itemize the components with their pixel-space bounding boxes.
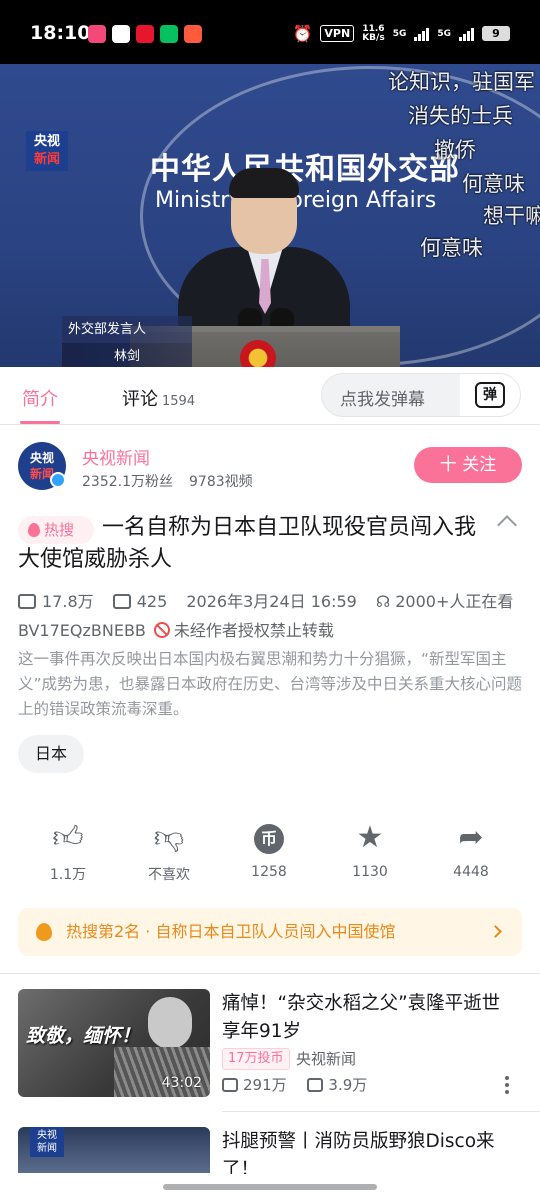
danmaku-input[interactable]: 点我发弹幕 弹 xyxy=(321,373,521,417)
hot-search-banner[interactable]: 热搜第2名 · 自称日本自卫队人员闯入中国使馆 xyxy=(18,908,522,956)
video-duration: 43:02 xyxy=(161,1075,202,1091)
comments-count: 1594 xyxy=(162,394,196,409)
portrait xyxy=(148,997,192,1049)
related-thumbnail[interactable]: 央视 新闻 xyxy=(18,1127,210,1173)
viewers-icon: ☊ xyxy=(375,592,391,611)
danmaku-toggle-button[interactable]: 弹 xyxy=(460,374,520,416)
cctv-news-logo: 央视 新闻 xyxy=(30,1127,64,1157)
collapse-chevron-icon[interactable] xyxy=(497,515,517,535)
thumbs-up-icon: 👍︎ xyxy=(52,820,84,855)
hot-banner-text: 热搜第2名 · 自称日本自卫队人员闯入中国使馆 xyxy=(66,922,396,941)
signal-bars-icon xyxy=(459,27,474,41)
related-author[interactable]: 央视新闻 xyxy=(296,1048,356,1069)
tab-active-indicator xyxy=(20,421,60,424)
tag-chip[interactable]: 日本 xyxy=(18,735,84,773)
play-count-icon xyxy=(222,1078,238,1092)
bvid[interactable]: BV17EQzBNEBB xyxy=(18,621,146,640)
related-thumbnail[interactable]: 致敬，缅怀！ 43:02 xyxy=(18,989,210,1097)
dislike-button[interactable]: 👎︎ 不喜欢 xyxy=(129,818,209,884)
signal-5g-label: 5G xyxy=(392,28,407,39)
caption-name: 林剑 xyxy=(62,343,192,367)
related-stats: 291万 3.9万 xyxy=(222,1074,367,1095)
app-notification-icon xyxy=(88,25,106,43)
chevron-right-icon xyxy=(489,925,502,938)
alarm-icon: ⏰ xyxy=(292,24,313,43)
cctv-news-logo: 央视 新闻 xyxy=(26,131,68,171)
action-bar: 👍︎ 1.1万 👎︎ 不喜欢 币 1258 ★ 1130 ➦ 4448 xyxy=(0,818,540,888)
coin-badge: 17万投币 xyxy=(222,1048,290,1070)
follow-button[interactable]: 十 关注 xyxy=(414,447,522,483)
favorite-count: 1130 xyxy=(352,864,388,880)
status-time: 18:10 xyxy=(30,22,91,44)
dislike-label: 不喜欢 xyxy=(148,867,190,883)
publish-datetime: 2026年3月24日 16:59 xyxy=(186,592,357,611)
signal-5g-label: 5G xyxy=(437,28,451,39)
flame-icon xyxy=(28,523,40,537)
flame-icon xyxy=(36,923,52,941)
danmaku-comment: 想干嘛 xyxy=(483,204,540,228)
speaker-caption: 外交部发言人 林剑 xyxy=(62,316,192,367)
danmaku-placeholder: 点我发弹幕 xyxy=(340,390,425,410)
danmaku-comment: 消失的士兵 xyxy=(408,104,513,128)
status-bar: 18:10 ⏰ VPN 11.6 KB/s 5G 5G 9 xyxy=(0,0,540,64)
coin-button[interactable]: 币 1258 xyxy=(229,818,309,880)
video-description: 这一事件再次反映出日本国内极右翼思潮和势力十分猖獗，“新型军国主义”成势为患，也… xyxy=(18,650,523,718)
share-count: 4448 xyxy=(453,864,489,880)
tab-comments[interactable]: 评论 1594 xyxy=(122,385,195,411)
danmaku-comment: 论知识，驻国军 xyxy=(388,70,535,94)
repost-notice: 未经作者授权禁止转载 xyxy=(173,621,334,640)
related-title[interactable]: 痛悼！“杂交水稻之父”袁隆平逝世 享年91岁 xyxy=(222,990,522,1046)
no-repost-icon xyxy=(153,622,170,638)
app-notification-icon xyxy=(184,25,202,43)
uploader-stats: 2352.1万粉丝 9783视频 xyxy=(82,474,253,490)
danmaku-icon: 弹 xyxy=(475,382,505,408)
home-indicator[interactable] xyxy=(163,1184,377,1190)
speaker-hair xyxy=(229,168,299,198)
hot-search-badge[interactable]: 热搜 xyxy=(18,516,94,544)
thumbs-down-icon: 👎︎ xyxy=(153,820,185,855)
uploader-name[interactable]: 央视新闻 xyxy=(82,444,150,469)
app-notification-icon xyxy=(112,25,130,43)
coin-icon: 币 xyxy=(254,823,284,854)
backdrop-title: 中华人民共和国外交部 xyxy=(150,152,460,187)
favorite-button[interactable]: ★ 1130 xyxy=(330,818,410,880)
coin-count: 1258 xyxy=(251,864,287,880)
share-arrow-icon: ➦ xyxy=(458,820,484,855)
like-count: 1.1万 xyxy=(49,867,87,883)
divider xyxy=(0,973,540,974)
notification-icons xyxy=(88,25,202,43)
divider xyxy=(222,1111,540,1112)
thumbnail-text: 致敬，缅怀！ xyxy=(26,1025,141,1047)
network-speed: 11.6 KB/s xyxy=(362,23,385,43)
play-count-icon xyxy=(18,594,36,609)
tab-intro[interactable]: 简介 xyxy=(22,385,58,411)
wechat-notification-icon xyxy=(160,25,178,43)
caption-role: 外交部发言人 xyxy=(62,316,192,343)
detail-tabs: 简介 评论 1594 点我发弹幕 弹 xyxy=(0,367,540,425)
related-title[interactable]: 抖腿预警丨消防员版野狼Disco来了！ xyxy=(222,1128,522,1174)
danmaku-count-icon xyxy=(307,1078,324,1092)
verified-icon xyxy=(50,472,66,488)
star-icon: ★ xyxy=(356,820,384,855)
share-button[interactable]: ➦ 4448 xyxy=(431,818,511,880)
video-player[interactable]: 中华人民共和国外交部 Ministry of Foreign Affairs 央… xyxy=(0,64,540,367)
danmaku-comment: 何意味 xyxy=(420,236,483,260)
danmaku-count-icon xyxy=(112,594,131,609)
battery-indicator: 9 xyxy=(482,26,510,41)
weibo-notification-icon xyxy=(136,25,154,43)
danmaku-comment: 何意味 xyxy=(462,172,525,196)
more-options-icon[interactable] xyxy=(505,1076,511,1094)
video-id-line: BV17EQzBNEBB 未经作者授权禁止转载 xyxy=(18,617,334,641)
signal-bars-icon xyxy=(414,27,430,41)
status-right: ⏰ VPN 11.6 KB/s 5G 5G 9 xyxy=(292,23,510,43)
vpn-badge: VPN xyxy=(320,25,355,42)
video-meta: 17.8万 425 2026年3月24日 16:59 ☊ 2000+人正在看 xyxy=(18,588,513,612)
like-button[interactable]: 👍︎ 1.1万 xyxy=(28,818,108,884)
danmaku-comment: 撤侨 xyxy=(434,138,476,162)
